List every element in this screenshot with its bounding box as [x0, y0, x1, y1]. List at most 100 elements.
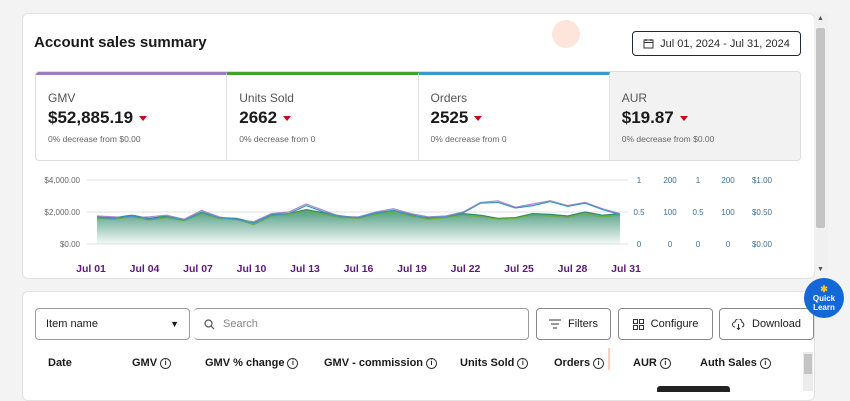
page-scrollbar-thumb[interactable]: [816, 28, 825, 228]
item-type-select-value: Item name: [46, 318, 98, 330]
decorative-mark: [608, 348, 610, 370]
date-range-label: Jul 01, 2024 - Jul 31, 2024: [660, 37, 790, 50]
download-button[interactable]: Download: [719, 308, 814, 340]
metric-aur[interactable]: AUR $19.87 0% decrease from $0.00: [609, 72, 800, 160]
scroll-up-arrow-icon[interactable]: ▲: [817, 15, 824, 22]
column-label: GMV: [132, 357, 158, 369]
y-right-tick-label: 0: [637, 240, 642, 249]
item-type-select[interactable]: Item name ▼: [35, 308, 190, 340]
info-icon[interactable]: i: [160, 357, 172, 369]
decrease-arrow-icon: [139, 115, 148, 121]
metric-label: Units Sold: [239, 91, 294, 105]
spark-icon: ✱: [820, 283, 828, 294]
column-header-aur[interactable]: AUR i: [633, 357, 671, 369]
column-header-units-sold[interactable]: Units Sold i: [460, 357, 529, 369]
info-icon[interactable]: i: [426, 357, 438, 369]
metric-change: 0% decrease from 0: [239, 134, 316, 144]
x-tick-label: Jul 07: [183, 263, 213, 275]
y-right-tick-label: 100: [663, 208, 677, 217]
column-label: Date: [48, 357, 72, 369]
scroll-down-arrow-icon[interactable]: ▼: [817, 266, 824, 273]
page-title: Account sales summary: [34, 34, 207, 51]
download-label: Download: [752, 318, 801, 330]
search-icon: [204, 318, 215, 329]
column-label: Auth Sales: [700, 357, 757, 369]
y-right-tick-label: 0: [668, 240, 673, 249]
x-tick-label: Jul 16: [344, 263, 374, 275]
dropdown-caret-icon: ▼: [170, 319, 179, 329]
decrease-arrow-icon: [283, 115, 292, 121]
x-tick-label: Jul 13: [290, 263, 320, 275]
filters-button[interactable]: Filters: [536, 308, 611, 340]
filter-lines-icon: [549, 319, 562, 329]
y-left-tick-label: $2,000.00: [44, 208, 80, 217]
search-placeholder: Search: [223, 318, 258, 330]
metric-orders[interactable]: Orders 2525 0% decrease from 0: [418, 72, 610, 160]
x-tick-label: Jul 10: [237, 263, 267, 275]
metric-value: 2525: [430, 108, 469, 127]
y-right-tick-label: 200: [721, 176, 735, 185]
grid-icon: [632, 318, 644, 330]
metric-value: $19.87: [621, 108, 674, 127]
decrease-arrow-icon: [474, 115, 483, 121]
filters-label: Filters: [568, 318, 598, 330]
column-label: AUR: [633, 357, 657, 369]
y-right-tick-label: 0: [726, 240, 731, 249]
quick-learn-button[interactable]: ✱ Quick Learn: [804, 278, 844, 318]
metric-value-wrap: $19.87: [622, 108, 788, 128]
table-scrollbar-thumb[interactable]: [804, 354, 812, 374]
column-label: GMV - commission: [324, 357, 424, 369]
column-header-orders[interactable]: Orders i: [554, 357, 605, 369]
metric-label: AUR: [621, 91, 648, 105]
column-header-gmv-change[interactable]: GMV % change i: [205, 357, 299, 369]
y-left-tick-label: $0.00: [60, 240, 81, 249]
info-icon[interactable]: i: [593, 357, 605, 369]
metric-label: Orders: [430, 91, 468, 105]
column-header-date[interactable]: Date: [48, 357, 72, 369]
y-right-tick-label: 100: [721, 208, 735, 217]
metric-change: 0% decrease from $0.00: [48, 134, 141, 144]
metric-change: 0% decrease from $0.00: [621, 134, 715, 144]
metric-value: 2662: [239, 108, 278, 127]
x-tick-label: Jul 01: [76, 263, 106, 275]
column-header-auth-sales[interactable]: Auth Sales i: [700, 357, 771, 369]
quick-learn-label-1: Quick: [812, 293, 836, 303]
y-right-tick-label: $0.50: [752, 208, 773, 217]
column-label: Orders: [554, 357, 591, 369]
tooltip: [657, 386, 730, 392]
y-right-tick-label: 0.5: [692, 208, 704, 217]
configure-button[interactable]: Configure: [618, 308, 713, 340]
search-input[interactable]: Search: [194, 308, 529, 340]
metrics-row: GMV $52,885.19 0% decrease from $0.00 Un…: [35, 71, 801, 161]
info-icon[interactable]: i: [759, 357, 771, 369]
column-label: GMV % change: [205, 357, 285, 369]
y-right-tick-label: 1: [637, 176, 642, 185]
configure-label: Configure: [650, 318, 699, 330]
decrease-arrow-icon: [679, 115, 688, 121]
y-right-tick-label: 0: [696, 240, 701, 249]
info-icon[interactable]: i: [517, 357, 529, 369]
column-label: Units Sold: [460, 357, 515, 369]
metric-value: $52,885.19: [48, 108, 134, 127]
calendar-icon: [643, 39, 654, 49]
area-fill: [97, 209, 620, 244]
y-right-tick-label: 0.5: [633, 208, 645, 217]
x-tick-label: Jul 04: [130, 263, 160, 275]
date-range-button[interactable]: Jul 01, 2024 - Jul 31, 2024: [632, 31, 801, 56]
column-header-gmv[interactable]: GMV i: [132, 357, 172, 369]
y-right-tick-label: $0.00: [752, 240, 773, 249]
info-icon[interactable]: i: [287, 357, 299, 369]
decorative-circle: [552, 20, 580, 48]
metric-value-wrap: 2525: [431, 108, 597, 128]
y-left-tick-label: $4,000.00: [44, 176, 80, 185]
metric-change: 0% decrease from 0: [430, 134, 507, 144]
quick-learn-label-2: Learn: [813, 302, 835, 312]
column-header-gmv-commission[interactable]: GMV - commission i: [324, 357, 438, 369]
metric-value-wrap: 2662: [239, 108, 405, 128]
sales-trend-chart: $4,000.00 $2,000.00 $0.00 1 0.5 0 200 100 0 1 0.5 0…: [44, 176, 773, 275]
y-right-tick-label: 200: [663, 176, 677, 185]
info-icon[interactable]: i: [659, 357, 671, 369]
x-tick-label: Jul 25: [504, 263, 534, 275]
metric-gmv[interactable]: GMV $52,885.19 0% decrease from $0.00: [36, 72, 228, 160]
metric-units-sold[interactable]: Units Sold 2662 0% decrease from 0: [227, 72, 419, 160]
